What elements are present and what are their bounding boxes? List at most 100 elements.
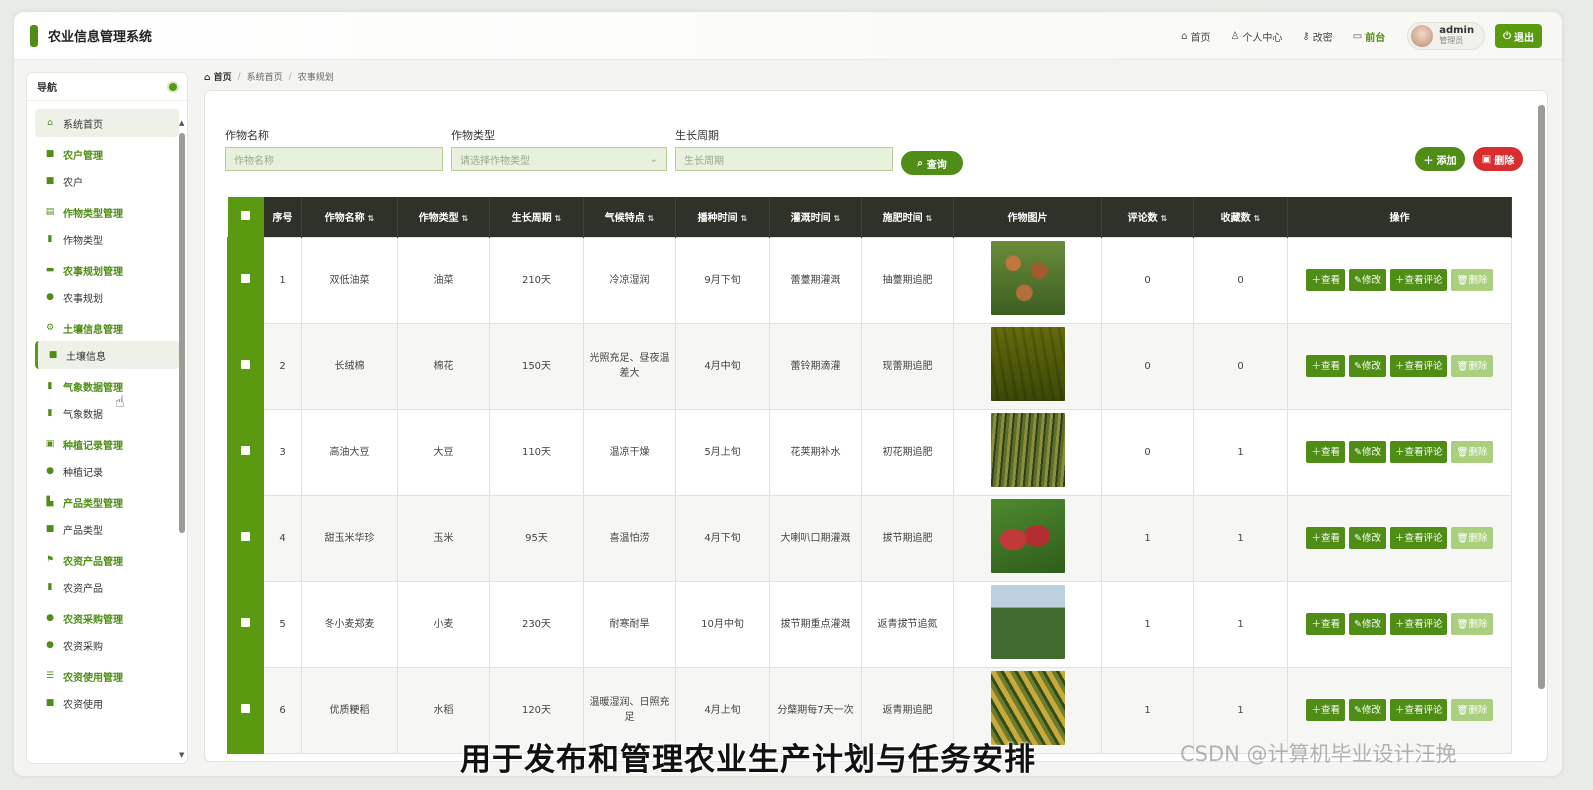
sidebar-group-farm-plan[interactable]: ▬ 农事规划管理 xyxy=(35,257,179,283)
view-comments-label: 查看评论 xyxy=(1404,360,1443,372)
sidebar-item-planting[interactable]: ● 种植记录 xyxy=(35,457,179,485)
nav-frontend[interactable]: ▭ 前台 xyxy=(1353,29,1385,44)
row-checkbox[interactable] xyxy=(227,408,264,496)
user-menu[interactable]: admin 管理员 xyxy=(1407,22,1486,50)
breadcrumb-home[interactable]: ⌂ 首页 xyxy=(204,70,232,83)
column-header[interactable]: 气候特点 ⇅ xyxy=(583,197,676,237)
sidebar-group-soil[interactable]: ⚙ 土壤信息管理 xyxy=(35,315,179,341)
query-button[interactable]: ⌕ 查询 xyxy=(901,151,963,175)
view-comments-button[interactable]: ＋查看评论 xyxy=(1389,613,1448,635)
edit-button[interactable]: ✎ 修改 xyxy=(1348,441,1386,463)
sidebar-group-purchase[interactable]: ● 农资采购管理 xyxy=(35,605,179,631)
sidebar-group-weather[interactable]: ▮ 气象数据管理 xyxy=(35,373,179,399)
main-scrollbar[interactable] xyxy=(1538,95,1545,759)
crop-image[interactable] xyxy=(990,498,1065,573)
view-button[interactable]: ＋查看 xyxy=(1306,269,1345,291)
sidebar-group-farmer[interactable]: ■ 农户管理 xyxy=(35,141,179,167)
sidebar-item-weather[interactable]: ▮ 气象数据 xyxy=(35,399,179,427)
plus-icon: ＋ xyxy=(1394,704,1405,716)
view-button[interactable]: ＋查看 xyxy=(1306,699,1345,721)
edit-icon: ✎ xyxy=(1353,704,1362,716)
sidebar-item-usage[interactable]: ■ 农资使用 xyxy=(35,689,179,717)
add-button[interactable]: ＋添加 xyxy=(1415,147,1465,171)
delete-row-button[interactable]: 🗑 删除 xyxy=(1451,355,1493,377)
sidebar-item-label: 种植记录 xyxy=(63,467,103,479)
row-checkbox[interactable] xyxy=(227,236,264,324)
crop-image[interactable] xyxy=(990,240,1065,315)
view-label: 查看 xyxy=(1320,274,1340,286)
row-checkbox[interactable] xyxy=(227,580,264,668)
sidebar-group-agri-product[interactable]: ⚑ 农资产品管理 xyxy=(35,547,179,573)
sidebar-group-usage[interactable]: ☰ 农资使用管理 xyxy=(35,663,179,689)
sidebar-item-home[interactable]: ⌂ 系统首页 xyxy=(35,109,179,137)
cell-climate: 光照充足、昼夜温差大 xyxy=(583,322,676,410)
row-checkbox[interactable] xyxy=(227,666,264,754)
crop-image[interactable] xyxy=(990,326,1065,401)
batch-delete-button[interactable]: ▣ 删除 xyxy=(1473,147,1523,171)
crop-image[interactable] xyxy=(990,584,1065,659)
user-role: 管理员 xyxy=(1439,36,1464,45)
growth-cycle-input[interactable]: 生长周期 xyxy=(675,147,893,171)
crop-image[interactable] xyxy=(990,412,1065,487)
sidebar-group-crop-type[interactable]: ▤ 作物类型管理 xyxy=(35,199,179,225)
column-header[interactable]: 作物名称 ⇅ xyxy=(301,197,398,237)
sidebar-item-label: 农资采购 xyxy=(63,641,103,653)
view-comments-button[interactable]: ＋查看评论 xyxy=(1389,269,1448,291)
column-header[interactable]: 播种时间 ⇅ xyxy=(675,197,770,237)
delete-row-button[interactable]: 🗑 删除 xyxy=(1451,699,1493,721)
sidebar-item-crop-type[interactable]: ▮ 作物类型 xyxy=(35,225,179,253)
sidebar-scrollbar[interactable]: ▲ ▼ xyxy=(179,119,185,759)
column-header[interactable]: 收藏数 ⇅ xyxy=(1193,197,1288,237)
edit-button[interactable]: ✎ 修改 xyxy=(1348,699,1386,721)
breadcrumb-separator: / xyxy=(288,71,292,82)
select-all-checkbox[interactable] xyxy=(227,197,264,237)
sidebar-item-farmer[interactable]: ■ 农户 xyxy=(35,167,179,195)
edit-button[interactable]: ✎ 修改 xyxy=(1348,613,1386,635)
home-icon: ⌂ xyxy=(1181,30,1188,42)
delete-row-button[interactable]: 🗑 删除 xyxy=(1451,613,1493,635)
sidebar-group-product-type[interactable]: ▙ 产品类型管理 xyxy=(35,489,179,515)
view-comments-button[interactable]: ＋查看评论 xyxy=(1389,441,1448,463)
logout-button[interactable]: ⏻ 退出 xyxy=(1495,24,1542,48)
delete-row-button[interactable]: 🗑 删除 xyxy=(1451,527,1493,549)
view-button[interactable]: ＋查看 xyxy=(1306,613,1345,635)
breadcrumb-level1[interactable]: 系统首页 xyxy=(247,70,283,83)
edit-button[interactable]: ✎ 修改 xyxy=(1348,355,1386,377)
sidebar-group-planting[interactable]: ▣ 种植记录管理 xyxy=(35,431,179,457)
sidebar-item-purchase[interactable]: ● 农资采购 xyxy=(35,631,179,659)
sidebar-item-agri-product[interactable]: ▮ 农资产品 xyxy=(35,573,179,601)
view-comments-button[interactable]: ＋查看评论 xyxy=(1389,527,1448,549)
row-checkbox[interactable] xyxy=(227,322,264,410)
scroll-down-icon[interactable]: ▼ xyxy=(179,751,184,759)
column-header[interactable]: 生长周期 ⇅ xyxy=(489,197,584,237)
view-button[interactable]: ＋查看 xyxy=(1306,441,1345,463)
delete-row-button[interactable]: 🗑 删除 xyxy=(1451,441,1493,463)
scrollbar-thumb[interactable] xyxy=(179,133,185,533)
delete-row-button[interactable]: 🗑 删除 xyxy=(1451,269,1493,291)
nav-home[interactable]: ⌂ 首页 xyxy=(1181,29,1210,44)
edit-button[interactable]: ✎ 修改 xyxy=(1348,269,1386,291)
filter-label: 作物名称 xyxy=(225,129,269,142)
column-header[interactable]: 灌溉时间 ⇅ xyxy=(769,197,862,237)
view-comments-button[interactable]: ＋查看评论 xyxy=(1389,699,1448,721)
column-header-label: 生长周期 xyxy=(511,213,552,225)
edit-button[interactable]: ✎ 修改 xyxy=(1348,527,1386,549)
column-header[interactable]: 施肥时间 ⇅ xyxy=(861,197,954,237)
nav-password[interactable]: ⚷ 改密 xyxy=(1302,29,1332,44)
column-header[interactable]: 评论数 ⇅ xyxy=(1101,197,1194,237)
briefcase-icon: ■ xyxy=(45,698,55,708)
scroll-up-icon[interactable]: ▲ xyxy=(179,119,184,127)
sidebar-item-product-type[interactable]: ■ 产品类型 xyxy=(35,515,179,543)
sidebar-item-farm-plan[interactable]: ● 农事规划 xyxy=(35,283,179,311)
view-comments-button[interactable]: ＋查看评论 xyxy=(1389,355,1448,377)
nav-profile[interactable]: ♙ 个人中心 xyxy=(1230,29,1282,44)
scrollbar-thumb[interactable] xyxy=(1538,105,1545,689)
column-header[interactable]: 作物类型 ⇅ xyxy=(397,197,490,237)
crop-type-select[interactable]: 请选择作物类型 ⌄ xyxy=(451,147,667,171)
checkbox-icon xyxy=(241,617,250,627)
view-button[interactable]: ＋查看 xyxy=(1306,355,1345,377)
crop-name-input[interactable]: 作物名称 xyxy=(225,147,443,171)
view-button[interactable]: ＋查看 xyxy=(1306,527,1345,549)
sidebar-item-soil[interactable]: ■ 土壤信息 xyxy=(35,341,179,369)
row-checkbox[interactable] xyxy=(227,494,264,582)
